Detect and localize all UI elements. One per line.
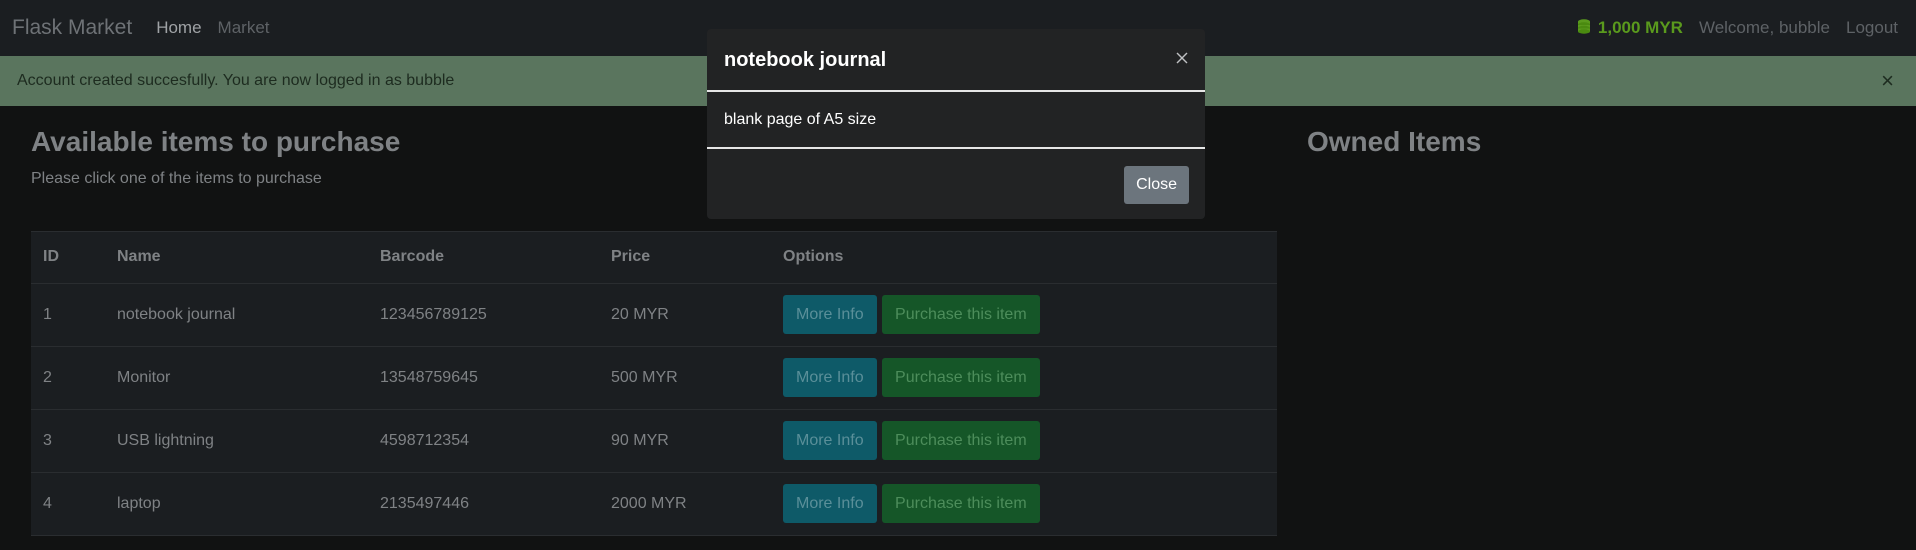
header-id: ID: [31, 232, 105, 284]
budget-display: 1,000 MYR: [1576, 18, 1683, 39]
alert-message: Account created succesfully. You are now…: [17, 72, 455, 89]
modal-body-text: blank page of A5 size: [724, 111, 877, 128]
welcome-text: Welcome, bubble: [1698, 18, 1830, 37]
brand-link[interactable]: Flask Market: [12, 16, 132, 40]
header-price: Price: [599, 232, 771, 284]
available-items-subtitle: Please click one of the items to purchas…: [31, 170, 322, 187]
purchase-button[interactable]: Purchase this item: [882, 295, 1040, 334]
nav-home-link[interactable]: Home: [156, 18, 201, 38]
purchase-button[interactable]: Purchase this item: [882, 358, 1040, 397]
cell-id: 1: [31, 283, 105, 347]
cell-name: laptop: [105, 472, 368, 536]
cell-options: More Info Purchase this item: [771, 472, 1277, 536]
cell-name: Monitor: [105, 346, 368, 410]
cell-id: 3: [31, 409, 105, 473]
table-row: 3 USB lightning 4598712354 90 MYR More I…: [31, 409, 1277, 473]
nav-right: 1,000 MYR Welcome, bubble Logout: [1576, 0, 1898, 56]
cell-price: 500 MYR: [599, 346, 771, 410]
cell-price: 2000 MYR: [599, 472, 771, 536]
table-row: 2 Monitor 13548759645 500 MYR More Info …: [31, 346, 1277, 410]
header-name: Name: [105, 232, 368, 284]
budget-amount: 1,000 MYR: [1597, 18, 1683, 37]
cell-id: 2: [31, 346, 105, 410]
modal-title: notebook journal: [724, 49, 887, 71]
modal-header-divider: [707, 90, 1205, 92]
logout-link[interactable]: Logout: [1846, 18, 1898, 38]
alert-close-icon[interactable]: ×: [1881, 68, 1894, 94]
table-row: 4 laptop 2135497446 2000 MYR More Info P…: [31, 472, 1277, 536]
purchase-button[interactable]: Purchase this item: [882, 421, 1040, 460]
modal-footer-divider: [707, 147, 1205, 149]
cell-barcode: 123456789125: [368, 283, 599, 347]
nav-market-link[interactable]: Market: [218, 18, 270, 38]
items-table: ID Name Barcode Price Options 1 notebook…: [31, 231, 1277, 536]
cell-barcode: 4598712354: [368, 409, 599, 473]
more-info-button[interactable]: More Info: [783, 484, 877, 523]
more-info-button[interactable]: More Info: [783, 358, 877, 397]
cell-barcode: 2135497446: [368, 472, 599, 536]
modal-close-icon[interactable]: [1175, 51, 1189, 70]
modal-close-button[interactable]: Close: [1124, 166, 1189, 204]
cell-options: More Info Purchase this item: [771, 409, 1277, 473]
item-info-modal: notebook journal blank page of A5 size C…: [707, 29, 1205, 219]
cell-barcode: 13548759645: [368, 346, 599, 410]
owned-items-heading: Owned Items: [1307, 126, 1482, 157]
coins-icon: [1576, 18, 1592, 39]
header-barcode: Barcode: [368, 232, 599, 284]
table-row: 1 notebook journal 123456789125 20 MYR M…: [31, 283, 1277, 347]
cell-price: 90 MYR: [599, 409, 771, 473]
more-info-button[interactable]: More Info: [783, 295, 877, 334]
purchase-button[interactable]: Purchase this item: [882, 484, 1040, 523]
header-options: Options: [771, 232, 1277, 284]
table-header-row: ID Name Barcode Price Options: [31, 232, 1277, 284]
cell-price: 20 MYR: [599, 283, 771, 347]
more-info-button[interactable]: More Info: [783, 421, 877, 460]
available-items-heading: Available items to purchase: [31, 126, 401, 157]
cell-name: USB lightning: [105, 409, 368, 473]
cell-name: notebook journal: [105, 283, 368, 347]
cell-options: More Info Purchase this item: [771, 346, 1277, 410]
cell-id: 4: [31, 472, 105, 536]
cell-options: More Info Purchase this item: [771, 283, 1277, 347]
